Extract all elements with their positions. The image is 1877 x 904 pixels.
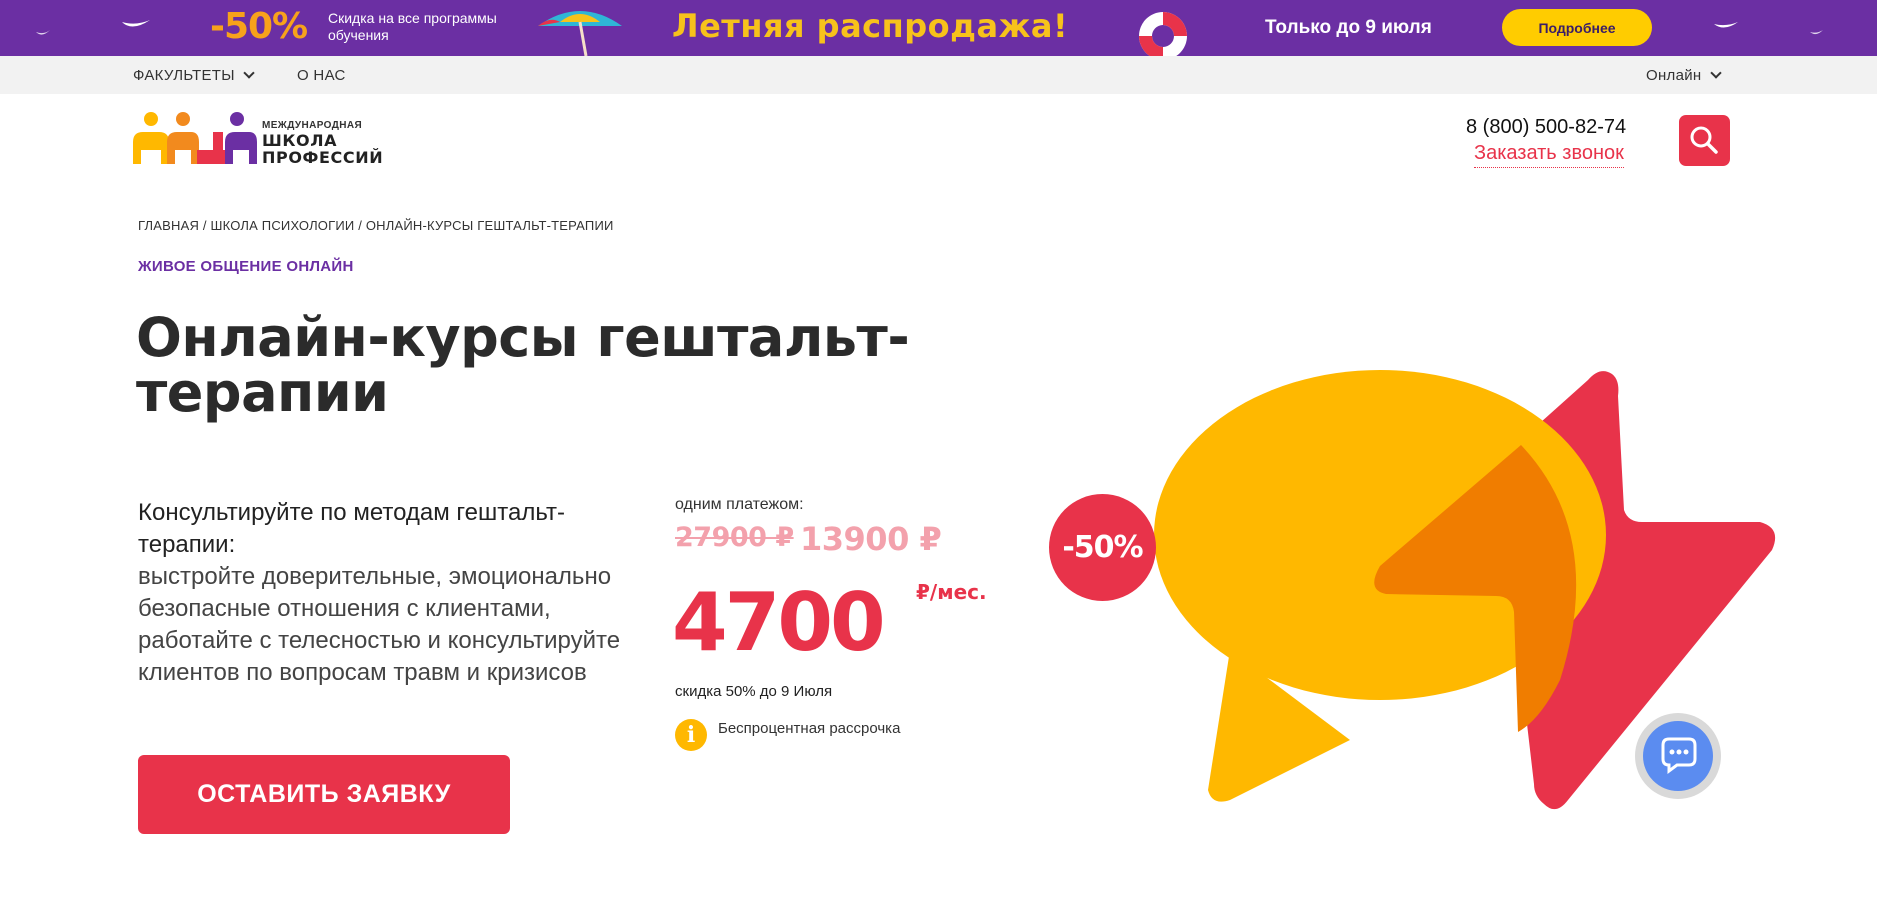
logo-text-small: МЕЖДУНАРОДНАЯ [262, 120, 363, 131]
beach-umbrella-icon [538, 11, 622, 56]
logo[interactable]: МЕЖДУНАРОДНАЯ ШКОЛА ПРОФЕССИЙ [133, 112, 393, 167]
nav-about[interactable]: О НАС [297, 67, 346, 84]
description-heading: Консультируйте по методам гештальт-терап… [138, 499, 565, 558]
discount-note: скидка 50% до 9 Июля [675, 683, 833, 700]
mode-selector[interactable]: Онлайн [1646, 67, 1722, 84]
nav-faculties[interactable]: ФАКУЛЬТЕТЫ [133, 67, 255, 84]
logo-text-line1: ШКОЛА [262, 131, 338, 150]
tagline: ЖИВОЕ ОБЩЕНИЕ ОНЛАЙН [138, 258, 354, 275]
description-body: выстройте доверительные, эмоционально бе… [138, 563, 621, 686]
chat-icon [1661, 737, 1697, 774]
lifebuoy-icon [1139, 12, 1187, 56]
phone-number[interactable]: 8 (800) 500-82-74 [1466, 116, 1626, 139]
installment-label[interactable]: Беспроцентная рассрочка [718, 720, 900, 737]
promo-discount: -50% [210, 6, 308, 47]
discount-badge: -50% [1049, 494, 1156, 601]
logo-text-line2: ПРОФЕССИЙ [262, 148, 384, 167]
logo-mark-icon [133, 112, 257, 164]
callback-link[interactable]: Заказать звонок [1474, 142, 1624, 168]
old-price: 27900 ₽ [675, 522, 794, 553]
info-icon[interactable]: i [675, 719, 707, 751]
bird-icon [1810, 30, 1823, 35]
submit-request-button[interactable]: ОСТАВИТЬ ЗАЯВКУ [138, 755, 510, 834]
bird-icon [1714, 22, 1738, 28]
promo-subtitle: Скидка на все программы обучения [328, 10, 497, 43]
mode-label: Онлайн [1646, 67, 1702, 84]
nav-faculties-label: ФАКУЛЬТЕТЫ [133, 67, 235, 84]
bird-icon [122, 20, 150, 27]
chevron-down-icon [1709, 67, 1722, 79]
one-payment-label: одним платежом: [675, 496, 804, 513]
chevron-down-icon [243, 67, 255, 79]
search-icon [1690, 126, 1718, 154]
bird-icon [36, 30, 50, 35]
breadcrumb[interactable]: ГЛАВНАЯ / ШКОЛА ПСИХОЛОГИИ / ОНЛАЙН-КУРС… [138, 218, 614, 233]
monthly-price: 4700 [672, 576, 886, 669]
search-button[interactable] [1679, 115, 1730, 166]
promo-headline: Летняя распродажа! [672, 7, 1069, 45]
top-nav: ФАКУЛЬТЕТЫ О НАС Онлайн [0, 56, 1877, 94]
promo-until: Только до 9 июля [1265, 17, 1432, 38]
discounted-price: 13900 ₽ [800, 520, 942, 558]
promo-banner[interactable]: -50% Скидка на все программы обучения Ле… [0, 0, 1877, 56]
page-title: Онлайн-курсы гештальт-терапии [136, 306, 910, 424]
chat-button[interactable] [1635, 713, 1721, 799]
per-month-label: ₽/мес. [916, 580, 987, 604]
promo-more-button[interactable]: Подробнее [1502, 9, 1652, 46]
